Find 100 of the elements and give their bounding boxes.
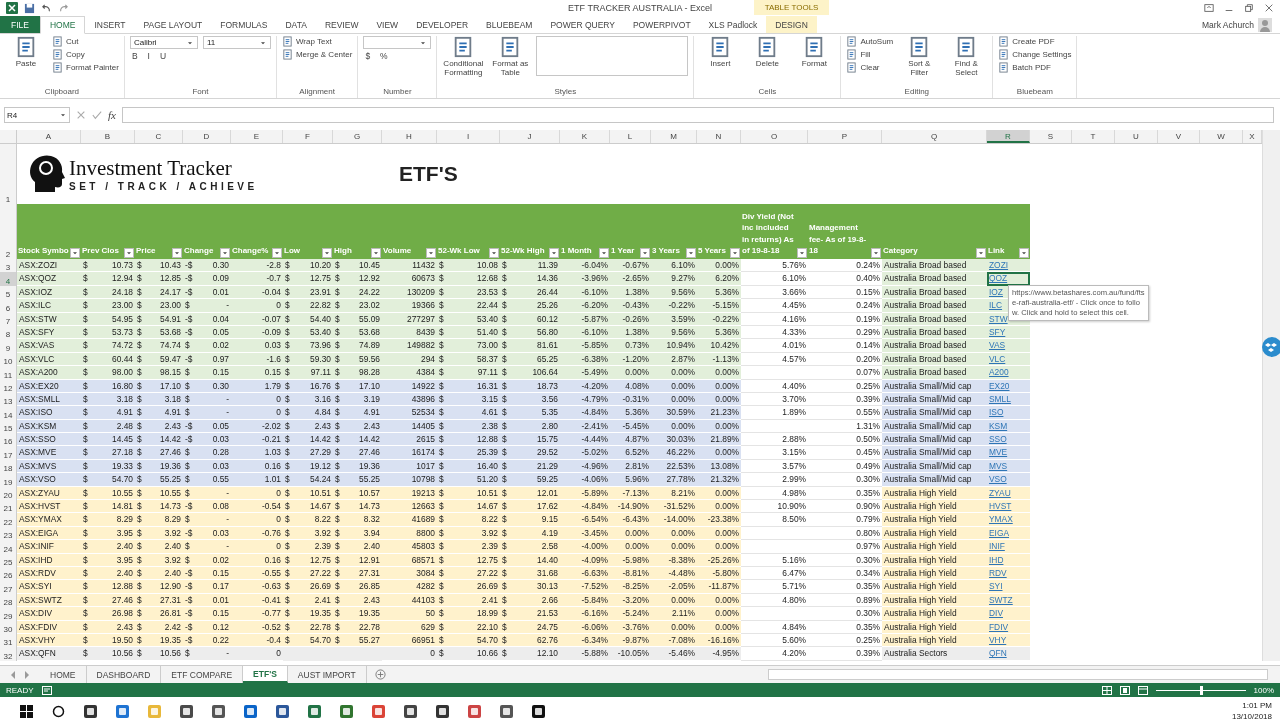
app-tile-icon[interactable] [338,703,354,719]
row-number[interactable]: 29 [0,607,17,621]
dropdown-field[interactable]: 11 [202,36,271,49]
normal-view-icon[interactable] [1101,685,1112,695]
link-cell[interactable]: IHD [987,553,1030,567]
filter-button[interactable] [272,248,282,258]
link-cell[interactable]: MVE [987,446,1030,460]
app-tile-icon[interactable] [530,703,546,719]
link-cell[interactable]: YMAX [987,513,1030,527]
filter-button[interactable] [549,248,559,258]
row-number[interactable]: 4 [0,272,17,286]
row-number[interactable]: 9 [0,339,17,353]
name-box[interactable]: R4 [4,107,70,123]
link-cell[interactable]: ZOZI [987,259,1030,273]
row-number[interactable]: 11 [0,366,17,380]
ribbon-button[interactable]: Copy [52,49,119,60]
filter-button[interactable] [489,248,499,258]
ribbon-tab[interactable]: PAGE LAYOUT [134,16,212,33]
link-cell[interactable]: ISO [987,406,1030,420]
app-tile-icon[interactable] [210,703,226,719]
column-letter[interactable]: J [500,130,560,143]
row-number[interactable]: 3 [0,259,17,273]
link-cell[interactable]: A200 [987,366,1030,380]
ribbon-button[interactable]: Sort & Filter [898,36,941,77]
link-cell[interactable]: QOZ [987,272,1030,286]
ribbon-button[interactable]: Clear [846,62,894,73]
dropdown-field[interactable] [363,36,432,49]
filter-button[interactable] [426,248,436,258]
row-number[interactable]: 22 [0,513,17,527]
filter-button[interactable] [371,248,381,258]
currency-format-button[interactable]: $ [363,51,373,61]
column-letter[interactable]: N [697,130,741,143]
column-letter[interactable]: C [135,130,183,143]
filter-button[interactable] [871,248,881,258]
row-number[interactable]: 14 [0,406,17,420]
zoom-thumb[interactable] [1199,685,1203,695]
page-layout-icon[interactable] [1119,685,1130,695]
ribbon-button[interactable]: Merge & Center [281,49,353,60]
column-letter[interactable]: M [651,130,697,143]
app-tile-icon[interactable] [242,703,258,719]
page-break-icon[interactable] [1137,685,1148,695]
vertical-scrollbar[interactable] [1262,130,1280,661]
app-tile-icon[interactable] [306,703,322,719]
column-letter[interactable]: B [81,130,135,143]
filter-button[interactable] [322,248,332,258]
insert-function-button[interactable]: fx [108,109,116,121]
filter-button[interactable] [640,248,650,258]
ribbon-button[interactable]: Fill [846,49,894,60]
column-letter[interactable]: V [1158,130,1200,143]
ribbon-tab[interactable]: FILE [0,16,40,33]
column-letter[interactable]: F [283,130,333,143]
ribbon-button[interactable]: AutoSum [846,36,894,47]
row-number[interactable]: 1 [0,144,17,204]
ribbon-button[interactable]: Create PDF [998,36,1072,47]
ribbon-button[interactable]: Conditional Formatting [442,36,485,77]
filter-button[interactable] [70,248,80,258]
column-letter[interactable]: A [17,130,81,143]
column-letter[interactable]: I [437,130,500,143]
link-cell[interactable]: QFN [987,647,1030,661]
link-cell[interactable]: SYI [987,580,1030,594]
row-number[interactable]: 24 [0,540,17,554]
column-letter[interactable]: D [183,130,231,143]
app-tile-icon[interactable] [434,703,450,719]
filter-button[interactable] [124,248,134,258]
link-cell[interactable]: EX20 [987,379,1030,393]
filter-button[interactable] [172,248,182,258]
column-letter[interactable]: W [1200,130,1243,143]
close-icon[interactable] [1264,3,1274,13]
ribbon-tab[interactable]: POWER QUERY [541,16,624,33]
column-letter[interactable]: S [1030,130,1072,143]
filter-button[interactable] [730,248,740,258]
undo-icon[interactable] [41,2,52,14]
circle-badge-icon[interactable] [1261,336,1280,358]
link-cell[interactable]: INIF [987,540,1030,554]
row-number[interactable]: 32 [0,647,17,661]
ribbon-tab[interactable]: HOME [39,16,86,34]
column-letter[interactable]: P [808,130,882,143]
column-letter[interactable]: H [382,130,437,143]
app-tile-icon[interactable] [274,703,290,719]
link-cell[interactable]: DIV [987,607,1030,621]
formula-input[interactable] [121,107,1274,123]
column-letter[interactable]: L [610,130,651,143]
app-tile-icon[interactable] [82,703,98,719]
four-panes-icon[interactable] [19,704,33,718]
link-cell[interactable]: VSO [987,473,1030,487]
filter-button[interactable] [976,248,986,258]
filter-button[interactable] [599,248,609,258]
bold-button[interactable]: B [129,51,140,61]
ribbon-button[interactable]: Format as Table [489,36,532,77]
italic-button[interactable]: I [145,51,152,61]
previous-sheet-icon[interactable] [10,670,16,679]
ribbon-tab[interactable]: DESIGN [766,16,817,33]
save-icon[interactable] [24,2,35,14]
app-tile-icon[interactable] [146,703,162,719]
ribbon-button[interactable]: Insert [699,36,742,68]
ribbon-tab[interactable]: VIEW [367,16,408,33]
app-tile-icon[interactable] [402,703,418,719]
ribbon-button[interactable]: Find & Select [945,36,988,77]
check-icon[interactable] [92,110,102,120]
column-letter[interactable]: O [741,130,808,143]
